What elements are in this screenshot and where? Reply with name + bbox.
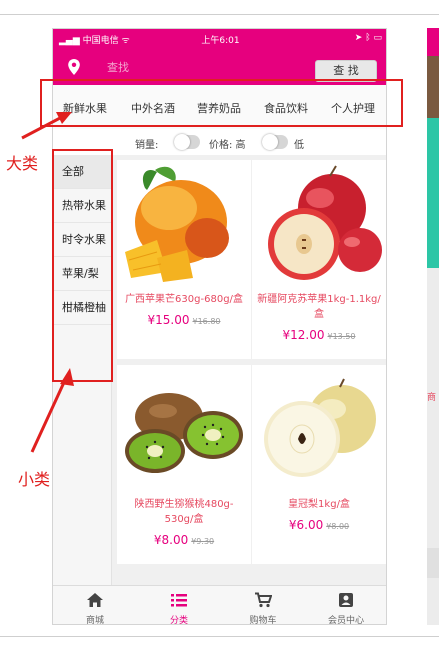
arrow-head-minor-category	[60, 368, 74, 386]
arrow-minor-category	[30, 377, 68, 453]
annotation-label-minor-category: 小类	[18, 470, 51, 489]
annotation-label-major-category: 大类	[6, 154, 39, 173]
annotation-arrows	[21, 112, 74, 453]
arrow-major-category	[21, 115, 63, 140]
